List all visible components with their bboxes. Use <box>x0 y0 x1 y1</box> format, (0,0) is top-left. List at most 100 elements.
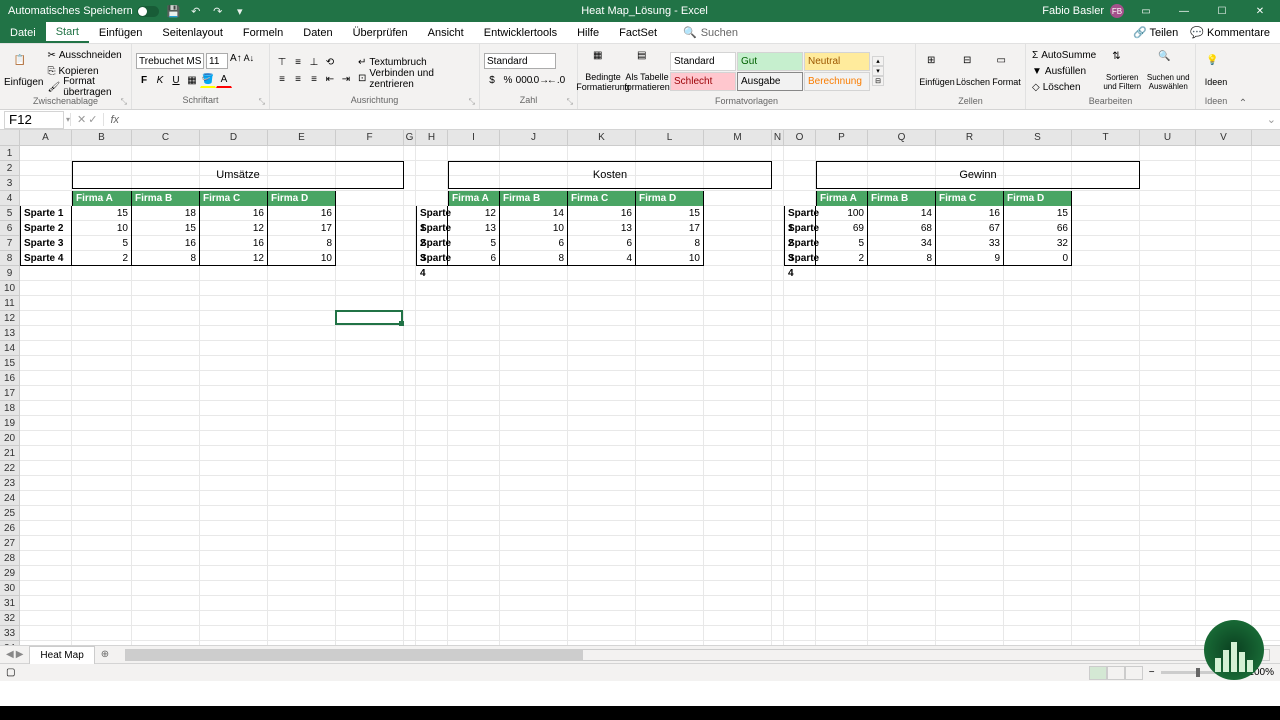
enter-formula-icon[interactable]: ✓ <box>88 113 97 126</box>
cell[interactable]: 14 <box>500 206 568 221</box>
cell[interactable]: 6 <box>500 236 568 251</box>
launcher-icon[interactable]: ⤡ <box>259 97 265 107</box>
cell[interactable]: Sparte 3 <box>416 236 448 251</box>
cell[interactable]: 6 <box>568 236 636 251</box>
sheet-nav-next-icon[interactable]: ▶ <box>16 649 24 660</box>
cell[interactable]: Firma A <box>816 191 868 206</box>
user-name[interactable]: Fabio Basler <box>1042 5 1104 17</box>
cell[interactable]: Sparte 2 <box>784 221 816 236</box>
align-center-icon[interactable]: ≡ <box>290 71 306 87</box>
align-right-icon[interactable]: ≡ <box>306 71 322 87</box>
column-header[interactable]: H <box>416 130 448 145</box>
column-header[interactable]: D <box>200 130 268 145</box>
cell[interactable]: 13 <box>448 221 500 236</box>
merge-center-button[interactable]: ⊡Verbinden und zentrieren <box>356 71 475 86</box>
fill-button[interactable]: ▼Ausfüllen <box>1030 64 1098 79</box>
tab-factset[interactable]: FactSet <box>609 22 667 43</box>
row-header[interactable]: 33 <box>0 626 20 641</box>
row-header[interactable]: 27 <box>0 536 20 551</box>
cell[interactable]: 16 <box>568 206 636 221</box>
cell[interactable]: Sparte 4 <box>416 251 448 266</box>
column-header[interactable]: N <box>772 130 784 145</box>
tab-developer[interactable]: Entwicklertools <box>474 22 567 43</box>
ribbon-options-icon[interactable]: ▭ <box>1130 1 1162 21</box>
cell[interactable]: 10 <box>72 221 132 236</box>
row-header[interactable]: 15 <box>0 356 20 371</box>
italic-button[interactable]: K <box>152 72 168 88</box>
tab-start[interactable]: Start <box>46 22 89 43</box>
gallery-down-icon[interactable]: ▾ <box>872 66 884 76</box>
row-header[interactable]: 6 <box>0 221 20 236</box>
cell[interactable]: 15 <box>1004 206 1072 221</box>
cell[interactable]: 0 <box>1004 251 1072 266</box>
cell[interactable]: Firma D <box>268 191 336 206</box>
format-as-table-button[interactable]: ▤Als Tabelle formatieren <box>626 46 668 96</box>
cell[interactable]: 15 <box>132 221 200 236</box>
redo-icon[interactable]: ↷ <box>211 4 225 18</box>
clear-button[interactable]: ◇Löschen <box>1030 80 1098 95</box>
font-name-select[interactable] <box>136 53 204 69</box>
cell[interactable]: 13 <box>568 221 636 236</box>
column-header[interactable]: O <box>784 130 816 145</box>
tab-file[interactable]: Datei <box>0 22 46 43</box>
cell[interactable]: Firma C <box>568 191 636 206</box>
delete-cells-button[interactable]: ⊟Löschen <box>956 46 990 96</box>
align-top-icon[interactable]: ⊤ <box>274 54 290 70</box>
add-sheet-button[interactable]: ⊕ <box>95 649 115 660</box>
column-header[interactable]: V <box>1196 130 1252 145</box>
cell[interactable]: 32 <box>1004 236 1072 251</box>
selected-cell[interactable] <box>335 310 403 325</box>
column-header[interactable]: A <box>20 130 72 145</box>
cell[interactable]: Firma B <box>868 191 936 206</box>
decrease-font-icon[interactable]: A↓ <box>244 53 255 69</box>
column-header[interactable]: S <box>1004 130 1072 145</box>
cell[interactable]: 5 <box>448 236 500 251</box>
font-size-select[interactable] <box>206 53 228 69</box>
cell[interactable]: 10 <box>500 221 568 236</box>
cell[interactable]: 17 <box>636 221 704 236</box>
percent-icon[interactable]: % <box>500 72 516 88</box>
autosave-toggle[interactable]: Automatisches Speichern <box>8 5 159 17</box>
cell[interactable]: 2 <box>72 251 132 266</box>
currency-icon[interactable]: $ <box>484 72 500 88</box>
row-header[interactable]: 7 <box>0 236 20 251</box>
formula-input[interactable] <box>125 111 1263 129</box>
cell[interactable]: Sparte 3 <box>784 236 816 251</box>
launcher-icon[interactable]: ⤡ <box>469 97 475 107</box>
cell[interactable]: 8 <box>868 251 936 266</box>
align-left-icon[interactable]: ≡ <box>274 71 290 87</box>
cell[interactable]: Firma A <box>72 191 132 206</box>
cell[interactable]: 12 <box>448 206 500 221</box>
row-header[interactable]: 24 <box>0 491 20 506</box>
row-header[interactable]: 2 <box>0 161 20 176</box>
row-header[interactable]: 12 <box>0 311 20 326</box>
cell[interactable]: Sparte 4 <box>784 251 816 266</box>
column-header[interactable]: Q <box>868 130 936 145</box>
gallery-more-icon[interactable]: ⊟ <box>872 76 884 86</box>
row-header[interactable]: 23 <box>0 476 20 491</box>
row-header[interactable]: 19 <box>0 416 20 431</box>
cell[interactable]: Sparte 3 <box>20 236 72 251</box>
row-header[interactable]: 18 <box>0 401 20 416</box>
cell[interactable]: 18 <box>132 206 200 221</box>
name-box[interactable] <box>4 111 64 129</box>
increase-font-icon[interactable]: A↑ <box>230 53 242 69</box>
fill-color-button[interactable]: 🪣 <box>200 72 216 88</box>
border-button[interactable]: ▦ <box>184 72 200 88</box>
row-header[interactable]: 4 <box>0 191 20 206</box>
conditional-formatting-button[interactable]: ▦Bedingte Formatierung <box>582 46 624 96</box>
align-bottom-icon[interactable]: ⊥ <box>306 54 322 70</box>
number-format-select[interactable] <box>484 53 556 69</box>
cell[interactable]: 16 <box>200 236 268 251</box>
cell[interactable]: 16 <box>132 236 200 251</box>
style-standard[interactable]: Standard <box>670 52 736 71</box>
row-header[interactable]: 13 <box>0 326 20 341</box>
fx-icon[interactable]: fx <box>104 114 125 126</box>
tab-help[interactable]: Hilfe <box>567 22 609 43</box>
cell[interactable]: 67 <box>936 221 1004 236</box>
font-color-button[interactable]: A <box>216 72 232 88</box>
cell[interactable]: 5 <box>816 236 868 251</box>
cell[interactable]: Kosten <box>448 161 772 189</box>
cell[interactable]: 15 <box>636 206 704 221</box>
select-all-corner[interactable] <box>0 130 20 145</box>
